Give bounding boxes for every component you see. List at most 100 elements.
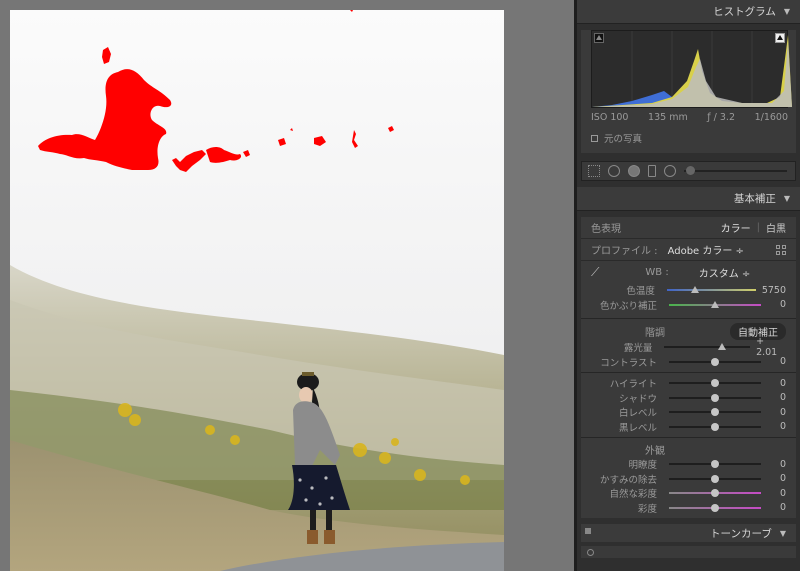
tool-strip xyxy=(581,161,796,181)
shadows-thumb[interactable] xyxy=(711,393,719,402)
clarity-label: 明瞭度 xyxy=(628,460,657,472)
temp-label: 色温度 xyxy=(626,286,655,298)
contrast-label: コントラスト xyxy=(600,357,657,369)
dehaze-value[interactable]: 0 xyxy=(780,473,786,484)
shadows-value[interactable]: 0 xyxy=(780,392,786,403)
whites-thumb[interactable] xyxy=(711,408,719,417)
graduated-filter-icon[interactable] xyxy=(648,165,656,177)
exposure-label: 露光量 xyxy=(623,343,653,355)
blacks-value[interactable]: 0 xyxy=(780,421,786,432)
histogram-graph[interactable] xyxy=(591,30,792,108)
photo-preview[interactable] xyxy=(10,10,504,571)
basic-header[interactable]: 基本補正 ▼ xyxy=(577,187,800,211)
saturation-slider[interactable] xyxy=(669,503,761,512)
panel-switch-icon[interactable] xyxy=(585,528,591,534)
blacks-thumb[interactable] xyxy=(711,422,719,431)
saturation-value[interactable]: 0 xyxy=(780,502,786,513)
blacks-slider[interactable] xyxy=(669,422,761,431)
treatment-color-button[interactable]: カラー xyxy=(721,220,751,235)
tool-slider[interactable] xyxy=(684,166,787,175)
crop-grid-icon[interactable] xyxy=(588,165,600,177)
dehaze-slider[interactable] xyxy=(669,474,761,483)
tone-curve-section xyxy=(581,546,796,558)
vibrance-thumb[interactable] xyxy=(711,489,719,498)
blacks-slider-row: 黒レベル 0 xyxy=(581,420,796,435)
treatment-label: 色表現 xyxy=(591,224,621,235)
temp-slider-row: 色温度 5750 xyxy=(581,283,796,298)
histogram-header[interactable]: ヒストグラム ▼ xyxy=(577,0,800,24)
tint-value[interactable]: 0 xyxy=(780,299,786,310)
clarity-slider-row: 明瞭度 0 xyxy=(581,457,796,472)
highlight-clipping-icon[interactable] xyxy=(775,33,785,43)
highlights-thumb[interactable] xyxy=(711,379,719,388)
collapse-triangle-icon[interactable]: ▼ xyxy=(780,529,786,538)
profile-browser-icon[interactable] xyxy=(776,244,786,255)
saturation-thumb[interactable] xyxy=(711,503,719,512)
exposure-thumb[interactable] xyxy=(717,343,726,351)
tone-detail-group: ハイライト 0 シャドウ 0 白レベル 0 黒レベル 0 xyxy=(581,372,796,437)
exposure-value[interactable]: + 2.01 xyxy=(756,336,786,358)
basic-section: 色表現 カラー | 白黒 プロファイル : Adobe カラー ÷ ⟋ WB :… xyxy=(581,217,796,518)
temp-thumb[interactable] xyxy=(691,286,700,294)
treatment-bw-button[interactable]: 白黒 xyxy=(766,220,786,235)
focal-length-value: 135 mm xyxy=(648,112,688,123)
tone-group: 階調 自動補正 露光量 + 2.01 コントラスト 0 xyxy=(581,318,796,372)
vibrance-value[interactable]: 0 xyxy=(780,488,786,499)
tint-thumb[interactable] xyxy=(711,300,719,308)
histogram-curves xyxy=(592,31,792,107)
whites-value[interactable]: 0 xyxy=(780,407,786,418)
eyedropper-icon[interactable]: ⟋ xyxy=(591,265,599,280)
dehaze-thumb[interactable] xyxy=(711,474,719,483)
treatment-row: 色表現 カラー | 白黒 xyxy=(581,217,796,239)
presence-label: 外観 xyxy=(645,445,665,457)
tone-curve-header[interactable]: トーンカーブ ▼ xyxy=(581,524,796,542)
contrast-slider[interactable] xyxy=(669,357,761,366)
tint-slider[interactable] xyxy=(669,300,761,308)
highlights-slider[interactable] xyxy=(669,379,761,388)
clarity-thumb[interactable] xyxy=(711,460,719,469)
dehaze-label: かすみの除去 xyxy=(599,474,657,486)
photo-image xyxy=(10,10,504,571)
contrast-value[interactable]: 0 xyxy=(780,356,786,367)
basic-title: 基本補正 xyxy=(733,193,776,205)
wb-label: WB : xyxy=(645,266,669,278)
divider: | xyxy=(756,222,760,233)
presence-group: 外観 明瞭度 0 かすみの除去 0 自然な彩度 0 彩度 0 xyxy=(581,437,796,518)
red-eye-icon[interactable] xyxy=(628,165,640,177)
temp-slider[interactable] xyxy=(666,286,756,294)
shutter-value: 1/1600 xyxy=(754,112,788,123)
aperture-value: ƒ / 3.2 xyxy=(707,112,735,123)
image-canvas[interactable] xyxy=(0,0,574,571)
exposure-slider[interactable] xyxy=(664,343,751,351)
original-photo-toggle[interactable]: 元の写真 xyxy=(581,125,796,153)
highlights-value[interactable]: 0 xyxy=(780,378,786,389)
collapse-triangle-icon[interactable]: ▼ xyxy=(784,194,790,203)
vibrance-slider[interactable] xyxy=(669,489,761,498)
presence-title-row: 外観 xyxy=(581,441,796,457)
clarity-slider[interactable] xyxy=(669,460,761,469)
wb-row: ⟋ WB : カスタム ÷ xyxy=(581,261,796,283)
wb-dropdown[interactable]: カスタム ÷ xyxy=(699,265,751,280)
histogram-title: ヒストグラム xyxy=(713,6,776,18)
tone-label: 階調 xyxy=(645,327,665,339)
spot-removal-icon[interactable] xyxy=(608,165,620,177)
shadows-slider-row: シャドウ 0 xyxy=(581,391,796,406)
highlights-slider-row: ハイライト 0 xyxy=(581,376,796,391)
checkbox-icon[interactable] xyxy=(591,134,598,142)
saturation-slider-row: 彩度 0 xyxy=(581,501,796,516)
vibrance-slider-row: 自然な彩度 0 xyxy=(581,486,796,501)
contrast-thumb[interactable] xyxy=(711,357,719,366)
profile-row: プロファイル : Adobe カラー ÷ xyxy=(581,239,796,261)
temp-value[interactable]: 5750 xyxy=(762,285,786,296)
exif-info: ISO 100 135 mm ƒ / 3.2 1/1600 xyxy=(581,108,796,125)
histogram-section: ISO 100 135 mm ƒ / 3.2 1/1600 元の写真 xyxy=(581,30,796,153)
radial-filter-icon[interactable] xyxy=(664,165,676,177)
shadows-label: シャドウ xyxy=(618,393,657,405)
shadow-clipping-icon[interactable] xyxy=(594,33,604,43)
shadows-slider[interactable] xyxy=(669,393,761,402)
whites-slider[interactable] xyxy=(669,408,761,417)
collapse-triangle-icon[interactable]: ▼ xyxy=(784,7,790,16)
whites-label: 白レベル xyxy=(618,408,657,420)
profile-dropdown[interactable]: Adobe カラー ÷ xyxy=(668,242,744,257)
clarity-value[interactable]: 0 xyxy=(780,459,786,470)
